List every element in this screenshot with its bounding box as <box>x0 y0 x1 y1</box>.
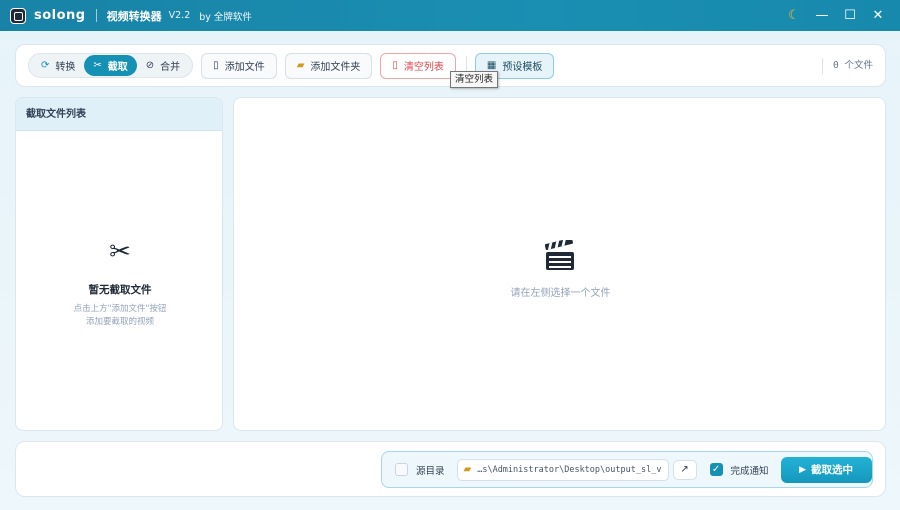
preset-template-label: 预设模板 <box>502 62 543 73</box>
merge-icon: ⊘ <box>145 60 155 71</box>
window-controls: ☾ — ☐ ✕ <box>780 0 892 31</box>
clear-list-tooltip: 清空列表 <box>450 71 499 88</box>
cut-file-list-header: 截取文件列表 <box>16 98 222 131</box>
cut-selected-button[interactable]: ▶ 截取选中 <box>780 456 872 483</box>
mode-switch: ⟳ 转换 ✂ 截取 ⊘ 合并 <box>28 53 194 78</box>
open-folder-button[interactable]: ↗ <box>672 459 697 480</box>
mode-merge-button[interactable]: ⊘ 合并 <box>137 55 189 76</box>
empty-hint-line2: 添加要截取的视频 <box>85 317 154 327</box>
empty-state-title: 暂无截取文件 <box>88 284 152 296</box>
maximize-button[interactable]: ☐ <box>836 2 864 30</box>
trash-icon: ▯ <box>392 60 398 71</box>
app-version: V2.2 <box>168 10 191 21</box>
folder-icon: ▰ <box>296 60 305 71</box>
file-count: 0 个文件 <box>822 58 873 74</box>
moon-icon[interactable]: ☾ <box>780 2 808 30</box>
empty-state: ✂ 暂无截取文件 点击上方"添加文件"按钮 添加要截取的视频 <box>16 237 222 329</box>
play-icon: ▶ <box>799 464 806 475</box>
mode-cut-button[interactable]: ✂ 截取 <box>84 55 137 76</box>
mode-convert-button[interactable]: ⟳ 转换 <box>32 55 84 76</box>
output-path-field[interactable]: ▰ …s\Administrator\Desktop\output_sl_vc <box>456 458 669 481</box>
app-logo-icon <box>10 7 26 24</box>
title-bar: solong 视频转换器 V2.2 by 全牌软件 ☾ — ☐ ✕ <box>0 0 900 31</box>
app-title: 视频转换器 <box>106 9 162 23</box>
empty-hint-line1: 点击上方"添加文件"按钮 <box>73 304 167 314</box>
minimize-button[interactable]: — <box>808 2 836 30</box>
clapperboard-icon <box>545 240 574 270</box>
output-settings: 源目录 ▰ …s\Administrator\Desktop\output_sl… <box>381 451 873 488</box>
select-file-hint: 请在左侧选择一个文件 <box>510 288 611 299</box>
scissors-icon: ✂ <box>109 237 131 267</box>
convert-icon: ⟳ <box>41 60 50 71</box>
title-divider <box>95 9 97 22</box>
mode-cut-label: 截取 <box>107 62 128 73</box>
clear-list-button[interactable]: ▯ 清空列表 <box>380 52 456 79</box>
notify-label: 完成通知 <box>730 465 769 477</box>
add-folder-label: 添加文件夹 <box>310 62 361 73</box>
folder-icon: ▰ <box>463 464 472 475</box>
clear-list-label: 清空列表 <box>403 62 444 73</box>
add-file-button[interactable]: ▯ 添加文件 <box>201 52 277 79</box>
cut-selected-label: 截取选中 <box>810 464 853 476</box>
app-name: solong <box>34 8 86 23</box>
source-dir-checkbox[interactable] <box>395 463 408 476</box>
template-icon: ▦ <box>486 60 497 71</box>
bottom-bar: 源目录 ▰ …s\Administrator\Desktop\output_sl… <box>15 441 886 497</box>
add-folder-button[interactable]: ▰ 添加文件夹 <box>284 52 373 79</box>
mode-merge-label: 合并 <box>160 62 181 73</box>
add-file-label: 添加文件 <box>224 62 265 73</box>
mode-convert-label: 转换 <box>55 62 76 73</box>
output-path-text: …s\Administrator\Desktop\output_sl_vc <box>477 464 662 475</box>
cut-file-list-panel: 截取文件列表 ✂ 暂无截取文件 点击上方"添加文件"按钮 添加要截取的视频 <box>15 97 223 431</box>
scissors-icon: ✂ <box>93 60 102 71</box>
file-icon: ▯ <box>213 60 219 71</box>
close-button[interactable]: ✕ <box>864 2 892 30</box>
app-publisher: by 全牌软件 <box>199 11 252 23</box>
preview-panel: 请在左侧选择一个文件 <box>233 97 886 431</box>
source-dir-label: 源目录 <box>416 465 445 477</box>
notify-checkbox[interactable]: ✓ <box>709 463 723 476</box>
empty-state-hint: 点击上方"添加文件"按钮 添加要截取的视频 <box>16 303 222 329</box>
